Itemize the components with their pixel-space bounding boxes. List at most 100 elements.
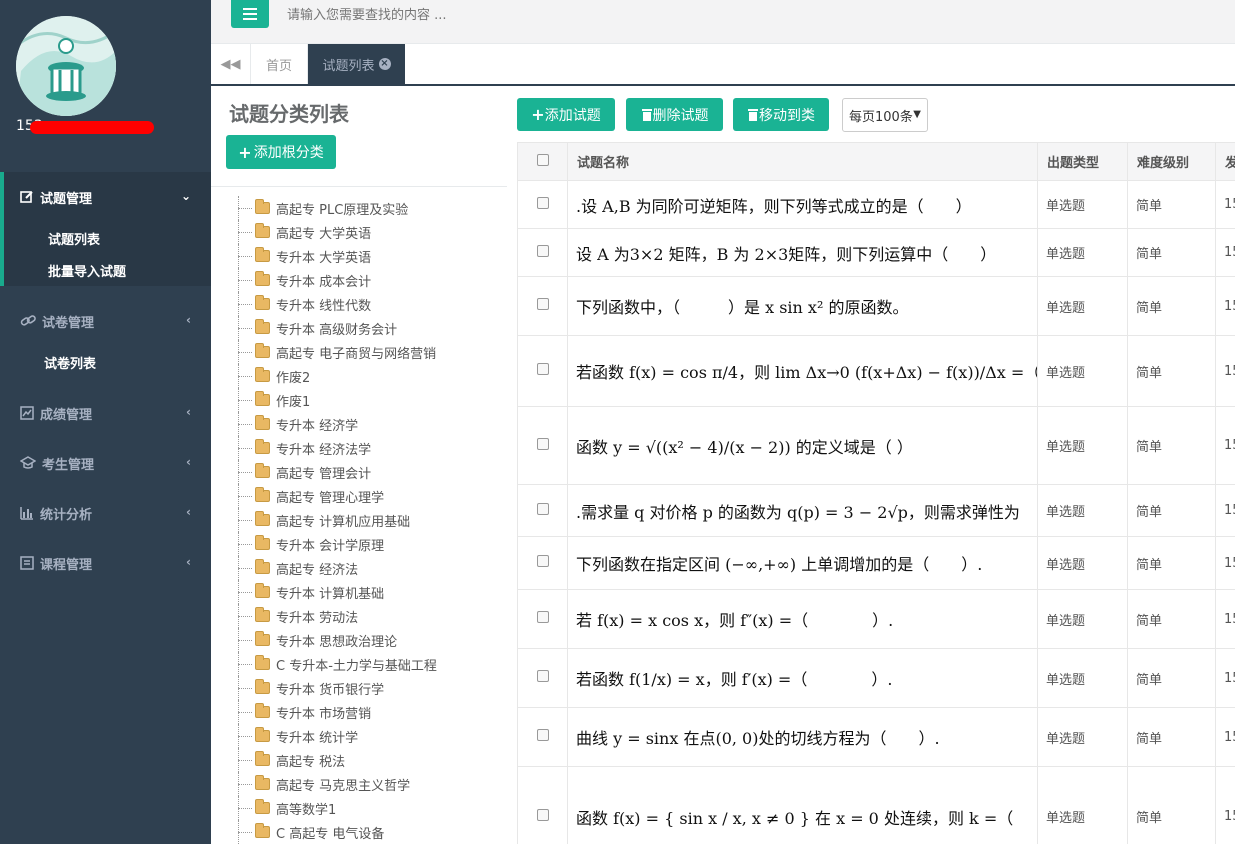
category-tree-item[interactable]: 专升本 高级财务会计 [235, 316, 437, 340]
close-icon[interactable]: × [378, 58, 391, 70]
question-name-cell: 函数 y = √((x² − 4)/(x − 2)) 的定义域是（ ） [567, 406, 1038, 485]
folder-icon [255, 199, 270, 214]
table-row[interactable]: .设 A,B 为同阶可逆矩阵，则下列等式成立的是（ ）单选题简单15 [517, 180, 1235, 229]
category-tree-item[interactable]: 高等数学1 [235, 796, 437, 820]
category-tree-item[interactable]: C 高起专 电气设备 [235, 820, 437, 844]
edit-icon [20, 191, 33, 203]
table-row[interactable]: 曲线 y = sinx 在点(0, 0)处的切线方程为（ ）.单选题简单15 [517, 707, 1235, 767]
category-tree-item[interactable]: 专升本 会计学原理 [235, 532, 437, 556]
trash-icon [748, 109, 758, 121]
category-tree-item[interactable]: 高起专 马克思主义哲学 [235, 772, 437, 796]
category-tree-item[interactable]: 高起专 PLC原理及实验 [235, 196, 437, 220]
row-checkbox[interactable] [536, 555, 549, 567]
chevron-left-icon: ‹ [186, 405, 191, 419]
select-all-checkbox[interactable] [536, 153, 549, 166]
menu-toggle-button[interactable] [231, 0, 269, 28]
table-row[interactable]: 若函数 f(1/x) = x，则 f′(x) =（ ）.单选题简单15 [517, 648, 1235, 708]
nav-question-list[interactable]: 试题列表 [4, 222, 211, 254]
tab-question-list[interactable]: 试题列表 × [308, 44, 405, 84]
category-tree-item[interactable]: 作废2 [235, 364, 437, 388]
table-row[interactable]: 下列函数中，（ ）是 x sin x² 的原函数。单选题简单15 [517, 276, 1235, 336]
category-tree-item[interactable]: 高起专 经济法 [235, 556, 437, 580]
folder-icon [255, 631, 270, 646]
category-tree-item[interactable]: 专升本 经济学 [235, 412, 437, 436]
table-row[interactable]: 设 A 为3×2 矩阵，B 为 2×3矩阵，则下列运算中（ ）单选题简单15 [517, 228, 1235, 277]
row-checkbox[interactable] [536, 502, 549, 515]
category-tree-item[interactable]: 高起专 税法 [235, 748, 437, 772]
nav-question-mgmt[interactable]: 试题管理 ⌄ [4, 172, 211, 222]
nav-paper-list[interactable]: 试卷列表 [0, 346, 211, 378]
row-checkbox[interactable] [536, 729, 549, 741]
page-size-select[interactable]: 每页100条 ▼ [842, 98, 928, 132]
nav-course-mgmt[interactable]: 课程管理 ‹ [0, 538, 211, 588]
chevron-left-icon: ‹ [186, 313, 191, 327]
table-row[interactable]: 下列函数在指定区间 (−∞,+∞) 上单调增加的是（ ）.单选题简单15 [517, 536, 1235, 590]
table-row[interactable]: .需求量 q 对价格 p 的函数为 q(p) = 3 − 2√p，则需求弹性为单… [517, 484, 1235, 537]
avatar[interactable] [16, 16, 116, 116]
nav-score-mgmt[interactable]: 成绩管理 ‹ [0, 388, 211, 438]
category-tree-item[interactable]: 专升本 市场营销 [235, 700, 437, 724]
tab-scroll-left-button[interactable]: ◀◀ [211, 44, 251, 84]
category-panel-title: 试题分类列表 [229, 102, 349, 126]
category-tree-item[interactable]: C 专升本-土力学与基础工程 [235, 652, 437, 676]
row-checkbox[interactable] [536, 244, 549, 257]
table-row[interactable]: 函数 y = √((x² − 4)/(x − 2)) 的定义域是（ ）单选题 简单… [517, 406, 1235, 485]
category-label: 专升本 思想政治理论 [276, 634, 398, 650]
category-tree-item[interactable]: 专升本 经济法学 [235, 436, 437, 460]
category-tree-item[interactable]: 高起专 管理会计 [235, 460, 437, 484]
category-label: 专升本 成本会计 [276, 274, 372, 290]
tab-home[interactable]: 首页 [251, 44, 308, 84]
search-input[interactable] [277, 0, 677, 30]
category-tree-item[interactable]: 专升本 货币银行学 [235, 676, 437, 700]
category-tree-item[interactable]: 专升本 线性代数 [235, 292, 437, 316]
nav-examinee-mgmt[interactable]: 考生管理 ‹ [0, 438, 211, 488]
delete-question-button[interactable]: 删除试题 [626, 98, 723, 131]
row-checkbox[interactable] [536, 611, 549, 623]
category-tree-item[interactable]: 专升本 统计学 [235, 724, 437, 748]
difficulty-cell: 简单 [1127, 228, 1216, 277]
header-next[interactable]: 发 [1215, 142, 1235, 181]
category-tree-item[interactable]: 专升本 成本会计 [235, 268, 437, 292]
select-all-cell [517, 142, 568, 181]
difficulty-cell: 简单 [1127, 406, 1216, 485]
nav-batch-import[interactable]: 批量导入试题 [4, 254, 211, 286]
category-tree-item[interactable]: 高起专 电子商贸与网络营销 [235, 340, 437, 364]
category-tree-item[interactable]: 专升本 思想政治理论 [235, 628, 437, 652]
table-row[interactable]: 函数 f(x) = { sin x / x, x ≠ 0 } 在 x = 0 处… [517, 766, 1235, 844]
row-checkbox[interactable] [536, 363, 549, 375]
add-root-category-button[interactable]: + 添加根分类 [226, 135, 336, 169]
row-checkbox[interactable] [536, 670, 549, 682]
row-checkbox[interactable] [536, 196, 549, 209]
divider [211, 186, 507, 187]
category-label: 高起专 管理心理学 [276, 490, 385, 506]
folder-icon [255, 343, 270, 358]
nav-paper-mgmt[interactable]: 试卷管理 ‹ [0, 296, 211, 346]
question-table: 试题名称 出题类型 难度级别 发 .设 A,B 为同阶可逆矩阵，则下列等式成立的… [517, 142, 1235, 844]
category-tree-item[interactable]: 高起专 计算机应用基础 [235, 508, 437, 532]
category-tree-item[interactable]: 作废1 [235, 388, 437, 412]
category-tree-item[interactable]: 高起专 管理心理学 [235, 484, 437, 508]
category-label: C 专升本-土力学与基础工程 [276, 658, 437, 674]
header-type[interactable]: 出题类型 [1037, 142, 1128, 181]
category-label: 专升本 市场营销 [276, 706, 372, 722]
add-question-button[interactable]: + 添加试题 [517, 98, 615, 131]
category-tree-item[interactable]: 专升本 计算机基础 [235, 580, 437, 604]
category-label: 作废1 [276, 394, 311, 410]
difficulty-cell: 简单 [1127, 180, 1216, 229]
row-checkbox[interactable] [536, 808, 549, 821]
row-select-cell [517, 406, 568, 485]
table-row[interactable]: 若函数 f(x) = cos π/4，则 lim Δx→0 (f(x+Δx) −… [517, 335, 1235, 407]
row-checkbox[interactable] [536, 298, 549, 310]
folder-icon [255, 295, 270, 310]
row-checkbox[interactable] [536, 437, 549, 450]
category-tree-item[interactable]: 高起专 大学英语 [235, 220, 437, 244]
category-tree-item[interactable]: 专升本 大学英语 [235, 244, 437, 268]
nav-stats[interactable]: 统计分析 ‹ [0, 488, 211, 538]
redaction-bar [30, 121, 154, 134]
header-level[interactable]: 难度级别 [1127, 142, 1216, 181]
category-tree-item[interactable]: 专升本 劳动法 [235, 604, 437, 628]
table-row[interactable]: 若 f(x) = x cos x，则 f″(x) =（ ）.单选题简单15 [517, 589, 1235, 649]
header-name[interactable]: 试题名称 [567, 142, 1038, 181]
move-to-category-button[interactable]: 移动到类 [733, 98, 829, 131]
question-type-cell: 单选题 [1037, 335, 1128, 407]
